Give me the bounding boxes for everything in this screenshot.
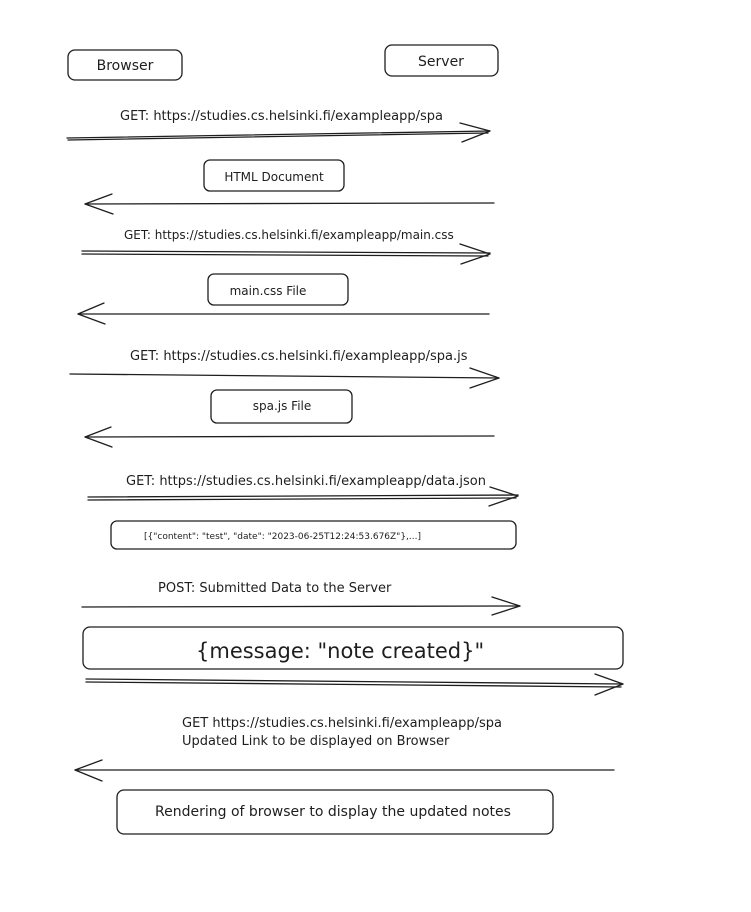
message-label-line-2: Updated Link to be displayed on Browser [182,734,450,749]
message-get-data-json: GET: https://studies.cs.helsinki.fi/exam… [87,474,519,507]
arrow-shaft [81,605,521,608]
message-label: GET: https://studies.cs.helsinki.fi/exam… [130,349,468,364]
message-label: GET: https://studies.cs.helsinki.fi/exam… [120,109,443,124]
arrow-shaft-double [81,253,489,257]
message-get-spa-updated: GET https://studies.cs.helsinki.fi/examp… [74,716,615,782]
arrow-shaft [84,202,495,205]
message-label: GET: https://studies.cs.helsinki.fi/exam… [124,228,454,242]
rendering-note: Rendering of browser to display the upda… [116,789,554,835]
actor-server: Server [384,44,499,77]
message-post-submitted-data: POST: Submitted Data to the Server [81,581,521,616]
message-html-document: HTML Document [84,159,495,215]
arrow-shaft-double [87,497,517,501]
arrow-head-right [459,243,491,265]
actor-browser: Browser [67,49,183,81]
message-data-json-response: [{"content": "test", "date": "2023-06-25… [110,520,517,550]
message-label: main.css File [230,284,307,298]
message-spa-js-file: spa.js File [84,389,495,448]
arrow-head-right [488,486,519,507]
message-main-css-file: main.css File [77,273,490,325]
sequence-diagram: Browser Server GET: https://studies.cs.h… [66,44,624,835]
message-note-created: {message: "note created}" [82,626,624,696]
actor-browser-label: Browser [97,58,154,74]
arrow-shaft [84,435,495,438]
message-get-spa: GET: https://studies.cs.helsinki.fi/exam… [66,109,491,143]
message-label: {message: "note created}" [196,639,484,663]
message-get-main-css: GET: https://studies.cs.helsinki.fi/exam… [81,228,491,265]
message-label: [{"content": "test", "date": "2023-06-25… [144,532,421,542]
arrow-shaft [81,250,491,254]
arrow-shaft [87,494,519,498]
message-label: Rendering of browser to display the upda… [155,804,511,820]
message-get-spa-js: GET: https://studies.cs.helsinki.fi/exam… [69,349,500,389]
message-label: HTML Document [224,170,324,184]
message-label: GET: https://studies.cs.helsinki.fi/exam… [126,474,486,489]
arrow-head-right [459,122,491,143]
message-label: spa.js File [253,399,312,413]
message-label: POST: Submitted Data to the Server [158,581,392,596]
actor-server-label: Server [418,54,464,70]
message-label: GET https://studies.cs.helsinki.fi/examp… [182,716,502,731]
arrow-shaft [69,373,500,379]
